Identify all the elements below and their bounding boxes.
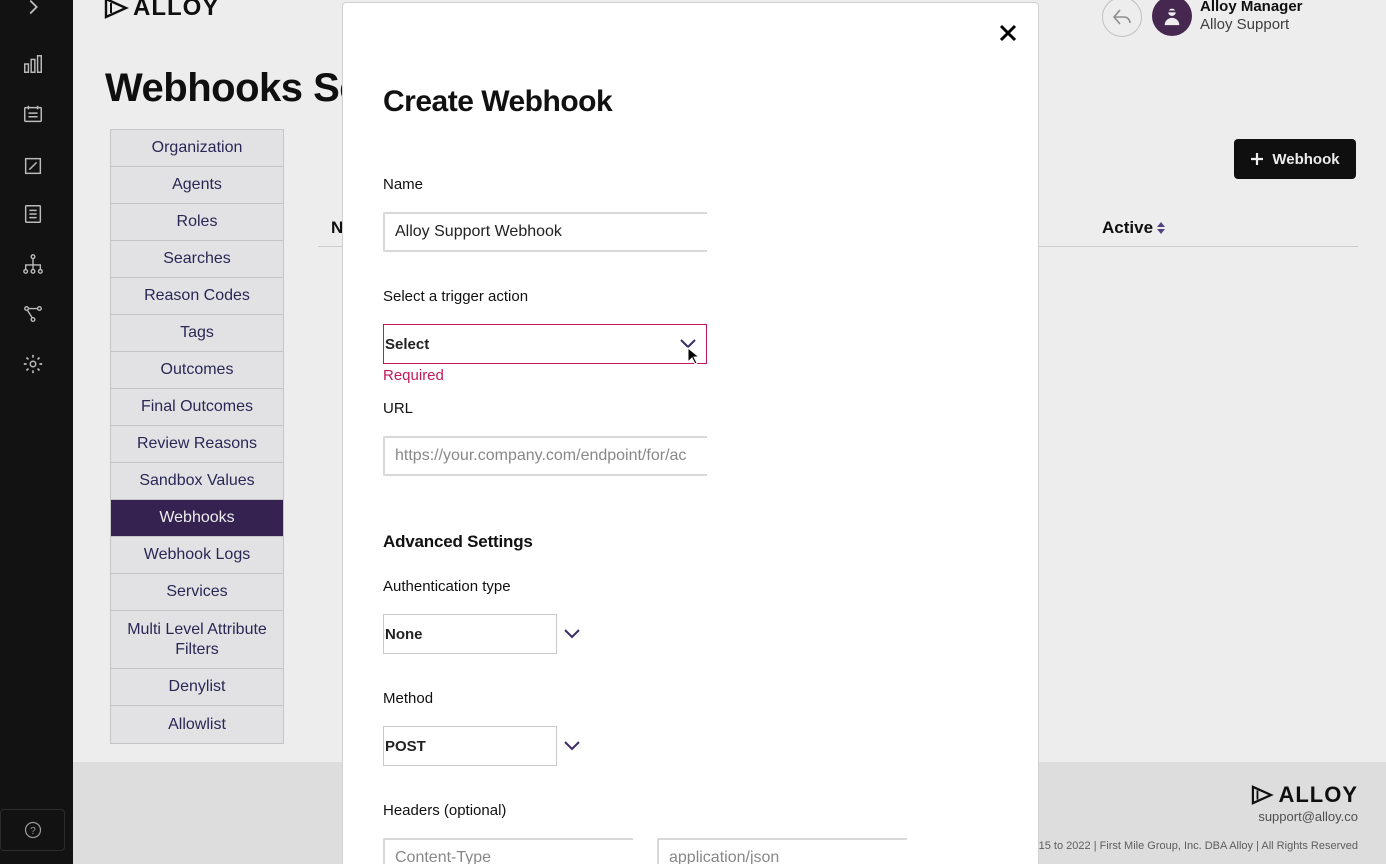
chevron-right-icon[interactable] <box>20 0 46 20</box>
method-select[interactable]: POST <box>383 726 580 766</box>
create-webhook-modal: Create Webhook Name Alloy Support Webhoo… <box>342 2 1039 864</box>
svg-text:?: ? <box>30 826 36 837</box>
header-value-input[interactable]: application/json <box>657 838 907 864</box>
help-button[interactable]: ? <box>0 809 65 851</box>
method-label: Method <box>383 690 434 707</box>
advanced-settings-title: Advanced Settings <box>383 532 533 551</box>
url-label: URL <box>383 400 414 417</box>
name-input[interactable]: Alloy Support Webhook <box>383 212 707 252</box>
header-key-input[interactable]: Content-Type <box>383 838 633 864</box>
ticket-icon[interactable] <box>20 101 46 127</box>
auth-type-label: Authentication type <box>383 578 511 595</box>
auth-type-select[interactable]: None <box>383 614 580 654</box>
auth-type-value: None <box>385 625 423 643</box>
flow-icon[interactable] <box>20 301 46 327</box>
document-icon[interactable] <box>20 201 46 227</box>
headers-label: Headers (optional) <box>383 802 507 819</box>
close-icon <box>999 24 1017 42</box>
trigger-label: Select a trigger action <box>383 288 529 305</box>
close-button[interactable] <box>996 21 1020 45</box>
help-icon: ? <box>24 821 41 839</box>
left-rail: ? <box>0 0 73 864</box>
trigger-select[interactable]: Select <box>383 324 707 364</box>
hierarchy-icon[interactable] <box>20 251 46 277</box>
name-label: Name <box>383 176 424 193</box>
bar-chart-icon[interactable] <box>20 51 46 77</box>
mouse-cursor-icon <box>687 347 699 365</box>
method-value: POST <box>385 737 426 755</box>
chevron-down-icon <box>564 741 580 751</box>
trigger-required-error: Required <box>383 367 444 384</box>
edit-icon[interactable] <box>20 153 46 179</box>
trigger-select-value: Select <box>385 335 430 353</box>
chevron-down-icon <box>564 629 580 639</box>
gear-icon[interactable] <box>20 351 46 377</box>
modal-title: Create Webhook <box>383 85 613 118</box>
url-input[interactable]: https://your.company.com/endpoint/for/ac <box>383 436 707 476</box>
